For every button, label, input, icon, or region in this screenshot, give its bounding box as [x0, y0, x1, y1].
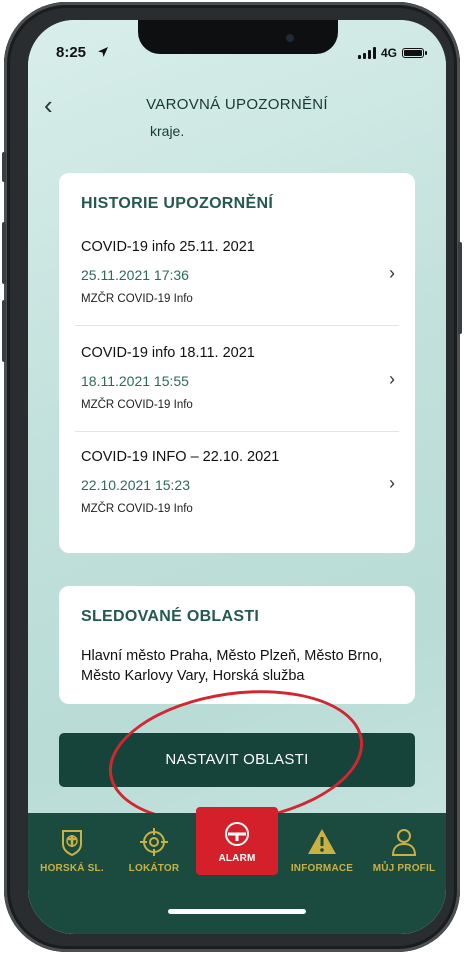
battery-icon	[402, 48, 427, 58]
history-heading: HISTORIE UPOZORNĚNÍ	[81, 195, 274, 212]
divider	[75, 325, 399, 326]
badge-icon	[62, 830, 82, 857]
status-indicators: 4G	[357, 46, 427, 60]
history-item[interactable]: COVID-19 info 25.11. 2021 25.11.2021 17:…	[75, 239, 399, 343]
areas-heading: SLEDOVANÉ OBLASTI	[81, 608, 260, 625]
warning-icon	[308, 829, 336, 854]
history-item[interactable]: COVID-19 INFO – 22.10. 2021 22.10.2021 1…	[75, 449, 399, 553]
chevron-right-icon: ›	[389, 369, 395, 389]
mute-switch	[2, 152, 6, 182]
page-subtitle: kraje.	[150, 123, 185, 139]
page-title: VAROVNÁ UPOZORNĚNÍ	[146, 96, 328, 113]
tab-label: HORSKÁ SL.	[40, 863, 104, 874]
watched-areas-card: SLEDOVANÉ OBLASTI Hlavní město Praha, Mě…	[59, 586, 415, 704]
volume-up-button	[2, 222, 6, 284]
power-button	[458, 242, 462, 334]
history-item-title: COVID-19 info 18.11. 2021	[81, 345, 255, 361]
profile-icon	[391, 829, 417, 856]
home-indicator[interactable]	[168, 909, 306, 914]
camera-icon	[286, 34, 294, 42]
history-card: HISTORIE UPOZORNĚNÍ COVID-19 info 25.11.…	[59, 173, 415, 553]
history-item-source: MZČR COVID-19 Info	[81, 399, 193, 411]
tab-alarm[interactable]: ALARM	[196, 807, 278, 875]
screen: 8:25 4G ‹ VAROVNÁ UPOZORNĚNÍ kraje. HIST…	[28, 20, 446, 934]
history-item-source: MZČR COVID-19 Info	[81, 293, 193, 305]
history-item-title: COVID-19 info 25.11. 2021	[81, 239, 255, 255]
signal-icon	[357, 47, 376, 59]
history-item-source: MZČR COVID-19 Info	[81, 503, 193, 515]
notch	[138, 20, 338, 54]
areas-list: Hlavní město Praha, Město Plzeň, Město B…	[81, 648, 383, 684]
tab-label: INFORMACE	[290, 863, 354, 874]
tab-label: LOKÁTOR	[128, 863, 180, 874]
chevron-right-icon: ›	[389, 263, 395, 283]
chevron-right-icon: ›	[389, 473, 395, 493]
divider	[75, 431, 399, 432]
tab-label: ALARM	[218, 853, 256, 864]
history-item[interactable]: COVID-19 info 18.11. 2021 18.11.2021 15:…	[75, 345, 399, 449]
history-item-date: 22.10.2021 15:23	[81, 477, 190, 493]
alarm-icon	[225, 822, 249, 846]
crosshair-icon	[140, 828, 168, 856]
history-item-date: 18.11.2021 15:55	[81, 373, 189, 389]
phone-frame: 8:25 4G ‹ VAROVNÁ UPOZORNĚNÍ kraje. HIST…	[2, 2, 462, 952]
status-time: 8:25	[56, 44, 87, 61]
tab-bar: HORSKÁ SL. LOKÁTOR ALARM INFORMACE MŮJ P…	[28, 807, 446, 934]
location-arrow-icon	[98, 47, 108, 57]
history-item-date: 25.11.2021 17:36	[81, 267, 189, 283]
tab-label: MŮJ PROFIL	[372, 863, 436, 874]
history-item-title: COVID-19 INFO – 22.10. 2021	[81, 449, 280, 465]
volume-down-button	[2, 300, 6, 362]
network-type: 4G	[380, 46, 397, 60]
